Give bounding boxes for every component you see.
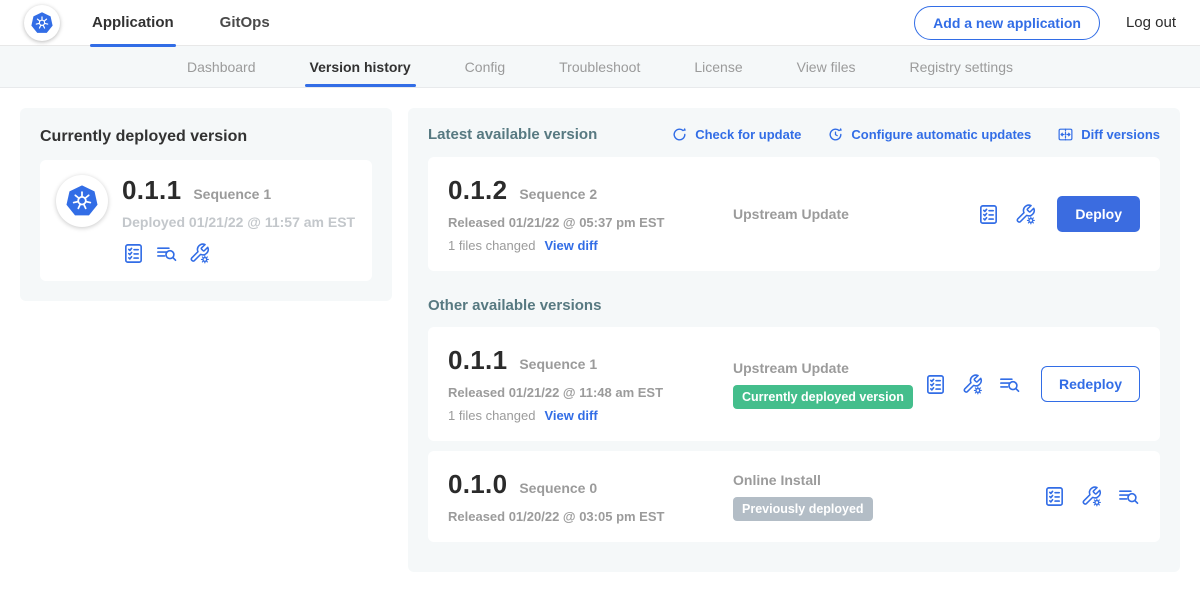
released-date: Released 01/21/22 @ 11:48 am EST [448,385,733,400]
version-source-label: Online Install [733,472,1043,488]
refresh-icon [671,126,688,143]
logs-search-icon[interactable] [155,242,178,265]
view-diff-link[interactable]: View diff [544,238,597,253]
logs-search-icon[interactable] [1117,485,1140,508]
files-changed-label: 1 files changed [448,408,535,423]
checklist-icon[interactable] [977,203,1000,226]
add-application-button[interactable]: Add a new application [914,6,1100,40]
configure-updates-link[interactable]: Configure automatic updates [827,126,1031,143]
version-history-panel: Latest available version Check for updat… [408,108,1180,572]
clock-refresh-icon [827,126,844,143]
version-source-label: Upstream Update [733,206,977,222]
subnav-tab-view-files[interactable]: View files [770,46,883,87]
kubernetes-logo-icon [24,5,60,41]
released-date: Released 01/20/22 @ 03:05 pm EST [448,509,733,524]
nav-tab-application[interactable]: Application [90,0,176,46]
currently-deployed-panel: Currently deployed version 0.1.1 Sequenc… [20,108,392,301]
subnav-tab-registry-settings[interactable]: Registry settings [883,46,1040,87]
nav-tab-gitops[interactable]: GitOps [218,0,272,46]
deployed-version-card: 0.1.1 Sequence 1 Deployed 01/21/22 @ 11:… [40,160,372,281]
version-number: 0.1.1 [448,345,507,376]
main-content: Currently deployed version 0.1.1 Sequenc… [0,88,1200,592]
diff-versions-label: Diff versions [1081,127,1160,142]
checklist-icon[interactable] [924,373,947,396]
top-navbar: Application GitOps Add a new application… [0,0,1200,46]
other-versions-header: Other available versions [428,297,1160,314]
checklist-icon[interactable] [1043,485,1066,508]
sequence-label: Sequence 2 [519,186,597,202]
subnav-tab-license[interactable]: License [667,46,769,87]
diff-versions-link[interactable]: Diff versions [1057,126,1160,143]
deployed-date: Deployed 01/21/22 @ 11:57 am EST [122,214,355,230]
deploy-button[interactable]: Deploy [1057,196,1140,232]
version-row-0-1-0: 0.1.0 Sequence 0 Released 01/20/22 @ 03:… [428,451,1160,542]
configure-updates-label: Configure automatic updates [851,127,1031,142]
wrench-gear-icon[interactable] [1014,203,1037,226]
subnav-tab-dashboard[interactable]: Dashboard [160,46,283,87]
diff-icon [1057,126,1074,143]
subnav-tab-troubleshoot[interactable]: Troubleshoot [532,46,667,87]
sequence-label: Sequence 0 [519,480,597,496]
version-number: 0.1.2 [448,175,507,206]
subnav-tab-version-history[interactable]: Version history [283,46,438,87]
version-source-label: Upstream Update [733,360,924,376]
subnav-tab-config[interactable]: Config [438,46,532,87]
logs-search-icon[interactable] [998,373,1021,396]
currently-deployed-badge: Currently deployed version [733,385,913,409]
deployed-sequence-label: Sequence 1 [193,186,271,202]
checklist-icon[interactable] [122,242,145,265]
version-row-0-1-2: 0.1.2 Sequence 2 Released 01/21/22 @ 05:… [428,157,1160,271]
check-for-update-label: Check for update [695,127,801,142]
wrench-gear-icon[interactable] [188,242,211,265]
navbar-right: Add a new application Log out [914,6,1176,40]
wrench-gear-icon[interactable] [1080,485,1103,508]
previously-deployed-badge: Previously deployed [733,497,873,521]
wrench-gear-icon[interactable] [961,373,984,396]
deployed-panel-title: Currently deployed version [40,128,372,146]
released-date: Released 01/21/22 @ 05:37 pm EST [448,215,733,230]
check-for-update-link[interactable]: Check for update [671,126,801,143]
logout-button[interactable]: Log out [1126,14,1176,31]
deployed-version-number: 0.1.1 [122,175,181,206]
sequence-label: Sequence 1 [519,356,597,372]
files-changed-label: 1 files changed [448,238,535,253]
kubernetes-app-icon [56,175,108,227]
latest-version-header: Latest available version [428,126,597,143]
version-number: 0.1.0 [448,469,507,500]
redeploy-button[interactable]: Redeploy [1041,366,1140,402]
version-row-0-1-1: 0.1.1 Sequence 1 Released 01/21/22 @ 11:… [428,327,1160,441]
app-subnav: Dashboard Version history Config Trouble… [0,46,1200,88]
view-diff-link[interactable]: View diff [544,408,597,423]
